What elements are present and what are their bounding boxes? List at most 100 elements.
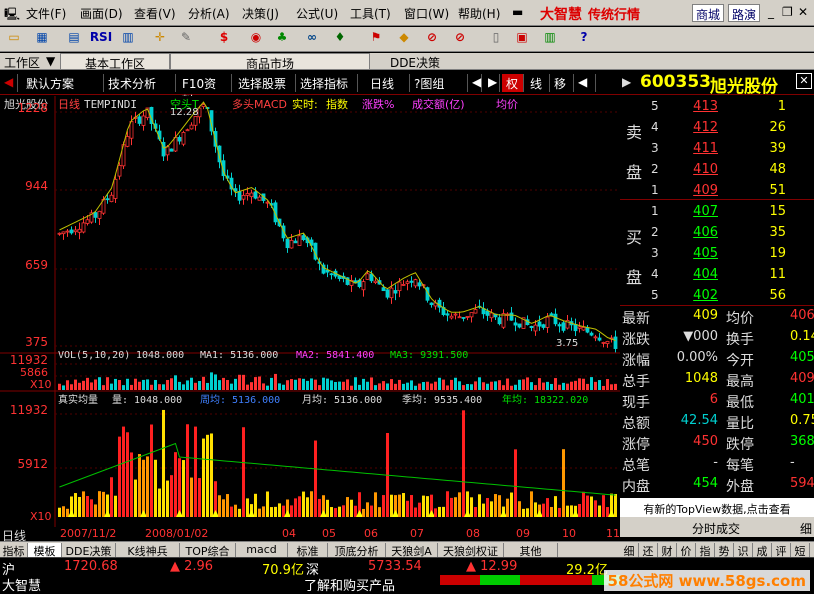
bottom-tab[interactable]: 顶底分析 xyxy=(328,543,386,558)
buy-price[interactable]: 402 xyxy=(690,288,718,303)
move-button[interactable]: 移 xyxy=(550,74,574,92)
menu-help[interactable]: 帮助(H) xyxy=(458,5,500,22)
right-tab[interactable]: 指 xyxy=(696,543,715,558)
sell-price[interactable]: 410 xyxy=(690,162,718,177)
right-tab[interactable]: 财 xyxy=(658,543,677,558)
side-extra[interactable]: 细 xyxy=(800,520,812,537)
kline-chart[interactable]: 旭光股份 日线 TEMPINDI 空头T 多头MACD 实时: 指数 涨跌% 成… xyxy=(0,96,620,527)
default-scheme-button[interactable]: 默认方案 xyxy=(22,74,104,92)
bottom-tab[interactable]: 标准 xyxy=(288,543,328,558)
window-minimize-icon[interactable]: _ xyxy=(768,5,774,19)
stat-value-2: 368 xyxy=(790,434,814,449)
sell-icon[interactable]: ⚑ xyxy=(366,30,386,48)
dollar-icon[interactable]: $ xyxy=(214,30,234,48)
right-tab[interactable]: 还 xyxy=(639,543,658,558)
table-icon[interactable]: ▥ xyxy=(118,30,138,48)
price-label-659: 659 xyxy=(25,258,48,272)
topview-banner[interactable]: 有新的TopView数据,点击查看 xyxy=(620,498,814,517)
sell-price[interactable]: 412 xyxy=(690,120,718,135)
ruler-icon[interactable]: ✎ xyxy=(176,30,196,48)
sell-price[interactable]: 411 xyxy=(690,141,718,156)
menu-window[interactable]: 窗口(W) xyxy=(404,5,449,22)
date-tick-7: 09 xyxy=(516,527,530,540)
sell-level: 5 xyxy=(651,99,659,113)
buy-price[interactable]: 407 xyxy=(690,204,718,219)
workspace-dropdown-icon[interactable]: ▼ xyxy=(46,54,55,68)
pick-indicator-button[interactable]: 选择指标 xyxy=(296,74,358,92)
tech-analysis-button[interactable]: 技术分析 xyxy=(104,74,176,92)
right-tab[interactable]: 细 xyxy=(620,543,639,558)
binoculars-icon[interactable]: ∞ xyxy=(302,30,322,48)
calc-icon[interactable]: ▣ xyxy=(512,30,532,48)
bottom-tab[interactable]: macd xyxy=(236,543,288,557)
ticker-icon[interactable]: ◉ xyxy=(246,30,266,48)
prev-stock-icon[interactable]: ▶ xyxy=(622,75,631,89)
layout-button[interactable]: ?图组 xyxy=(410,74,468,92)
buy-price[interactable]: 404 xyxy=(690,267,718,282)
menu-file[interactable]: 文件(F) xyxy=(26,5,66,22)
chart-icon[interactable]: ▦ xyxy=(32,30,52,48)
line-button[interactable]: 线 xyxy=(526,74,550,92)
collapse-icon[interactable]: ◀ xyxy=(574,74,596,92)
stat-value: 409 xyxy=(693,308,718,323)
bottom-tab[interactable]: 其他 xyxy=(504,543,558,558)
prev-icon[interactable]: ◀ xyxy=(0,74,19,92)
open-icon[interactable]: ▭ xyxy=(4,30,24,48)
f10-button[interactable]: F10资料 xyxy=(178,74,232,108)
avgvol-week: 周均: 5136.000 xyxy=(200,394,280,406)
menu-tools[interactable]: 工具(T) xyxy=(350,5,391,22)
prev-arrow-icon[interactable]: ◀ xyxy=(468,74,482,92)
no-icon[interactable]: ⊘ xyxy=(450,30,470,48)
avgvol-axis-mid: 5912 xyxy=(17,457,48,471)
menu-view[interactable]: 查看(V) xyxy=(134,5,176,22)
stop-icon[interactable]: ⊘ xyxy=(422,30,442,48)
bottom-tab[interactable]: TOP综合 xyxy=(180,543,236,558)
rights-button[interactable]: 权 xyxy=(502,74,524,92)
window-min-icon[interactable]: ▬ xyxy=(512,5,523,19)
next-arrow-icon[interactable]: ▶ xyxy=(484,74,500,92)
stock-icon[interactable]: ♣ xyxy=(272,30,292,48)
close-panel-icon[interactable]: ✕ xyxy=(796,73,812,89)
right-tab[interactable]: 价 xyxy=(677,543,696,558)
bottom-tab[interactable]: 指标 xyxy=(0,543,28,558)
right-tab[interactable]: 评 xyxy=(772,543,791,558)
bottom-tab[interactable]: 天狼剑权证 xyxy=(438,543,504,558)
menu-view-screen[interactable]: 画面(D) xyxy=(80,5,123,22)
sell-price[interactable]: 409 xyxy=(690,183,718,198)
warn-icon[interactable]: ◆ xyxy=(394,30,414,48)
menu-formula[interactable]: 公式(U) xyxy=(296,5,338,22)
roadshow-button[interactable]: 路演 xyxy=(728,4,761,22)
sell-price[interactable]: 413 xyxy=(690,99,718,114)
window-close-icon[interactable]: ✕ xyxy=(798,5,808,19)
tab-basic-workspace[interactable]: 基本工作区 xyxy=(60,53,170,71)
menu-analysis[interactable]: 分析(A) xyxy=(188,5,230,22)
period-button[interactable]: 日线 xyxy=(366,74,410,92)
books-icon[interactable]: ▥ xyxy=(540,30,560,48)
rsi-button[interactable]: RSI xyxy=(88,30,114,48)
buy-price[interactable]: 406 xyxy=(690,225,718,240)
window-restore-icon[interactable]: ❐ xyxy=(782,5,793,19)
grid-icon[interactable]: ▤ xyxy=(64,30,84,48)
crosshair-icon[interactable]: ✛ xyxy=(150,30,170,48)
app-icon[interactable]: 🖳 xyxy=(4,5,20,26)
menu-decision[interactable]: 决策(J) xyxy=(242,5,279,22)
help-icon[interactable]: ? xyxy=(574,30,594,48)
tab-dde[interactable]: DDE决策 xyxy=(290,53,540,70)
right-tab[interactable]: 短 xyxy=(791,543,810,558)
bottom-tab[interactable]: DDE决策 xyxy=(62,543,116,558)
right-tab[interactable]: 成 xyxy=(753,543,772,558)
right-tab[interactable]: 识 xyxy=(734,543,753,558)
buy-price[interactable]: 405 xyxy=(690,246,718,261)
clipboard-icon[interactable]: ▯ xyxy=(486,30,506,48)
purchase-notice[interactable]: 了解和购买产品 xyxy=(304,575,395,594)
alert-icon[interactable]: ♦ xyxy=(330,30,350,48)
tick-trades-button[interactable]: 分时成交 细 xyxy=(620,517,814,537)
bottom-tab[interactable]: K线神兵 xyxy=(116,543,180,558)
stat-label-2: 最低 xyxy=(726,395,754,411)
bottom-tab[interactable]: 模板 xyxy=(28,543,62,558)
avgvol-axis-top: 11932 xyxy=(10,403,48,417)
bottom-tab[interactable]: 天狼剑A xyxy=(386,543,438,558)
mall-button[interactable]: 商城 xyxy=(692,4,725,22)
right-tab[interactable]: 势 xyxy=(715,543,734,558)
pick-stock-button[interactable]: 选择股票 xyxy=(234,74,296,92)
